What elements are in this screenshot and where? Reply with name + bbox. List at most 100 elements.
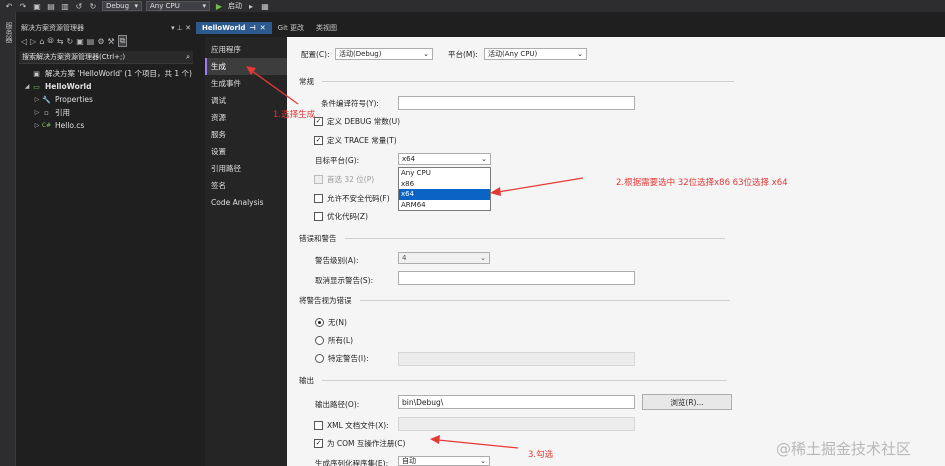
home-icon[interactable]: ⌂ — [39, 37, 44, 46]
nav-item[interactable]: Code Analysis — [205, 194, 287, 211]
radio-none[interactable] — [315, 318, 324, 327]
output-path-input[interactable]: bin\Debug\ — [398, 395, 635, 409]
solution-config-combo[interactable]: Debug ▾ — [102, 1, 142, 11]
nav-item[interactable]: 调试 — [205, 92, 287, 109]
nav-item[interactable]: 设置 — [205, 143, 287, 160]
back-icon[interactable]: ↶ — [4, 2, 14, 11]
radio-all[interactable] — [315, 336, 324, 345]
panel-controls[interactable]: ▾ ⊥ ✕ — [171, 24, 191, 32]
target-platform-combo[interactable]: x64 ⌄ — [398, 153, 491, 165]
browse-button[interactable]: 浏览(R)... — [642, 394, 732, 410]
wrench-icon[interactable]: ⚒ — [108, 37, 115, 46]
tree-item[interactable]: ▷ 🔧 Properties — [17, 93, 195, 106]
optimize-label: 优化代码(Z) — [327, 212, 368, 221]
play-icon[interactable]: ▶ — [214, 2, 224, 11]
prefer-32bit-label: 首选 32 位(P) — [327, 175, 375, 184]
sync-icon[interactable]: ⇆ — [57, 37, 64, 46]
expand-arrow-icon[interactable]: ▷ — [33, 109, 41, 116]
tree-item-label: Properties — [55, 95, 93, 104]
nav-item[interactable]: 生成事件 — [205, 75, 287, 92]
tree-item[interactable]: ▷ C# Hello.cs — [17, 119, 195, 132]
chevron-down-icon: ▾ — [134, 2, 138, 10]
watermark-text: @稀土掘金技术社区 — [776, 440, 912, 458]
platform-option[interactable]: x64 — [399, 189, 490, 200]
forward-icon[interactable]: ↷ — [18, 2, 28, 11]
platform-option[interactable]: ARM64 — [399, 200, 490, 211]
xml-doc-row[interactable]: XML 文档文件(X): — [314, 420, 389, 431]
expand-arrow-icon[interactable]: ◢ — [23, 83, 31, 90]
warning-level-combo[interactable]: 4 ⌄ — [398, 252, 490, 264]
config-label: 配置(C): — [301, 50, 330, 59]
expand-arrow-icon[interactable]: ▷ — [33, 122, 41, 129]
com-interop-checkbox[interactable]: ✓ — [314, 439, 323, 448]
radio-specific[interactable] — [315, 354, 324, 363]
show-all-files-icon[interactable]: ▤ — [87, 37, 95, 46]
conditional-symbols-label: 条件编译符号(Y): — [321, 99, 379, 108]
allow-unsafe-checkbox[interactable] — [314, 194, 323, 203]
define-trace-row[interactable]: ✓ 定义 TRACE 常量(T) — [314, 135, 397, 146]
search-placeholder: 搜索解决方案资源管理器(Ctrl+;) — [22, 53, 126, 61]
forward-icon[interactable]: ▷ — [30, 37, 36, 46]
tree-item[interactable]: ▣ 解决方案 'HelloWorld' (1 个项目，共 1 个) — [17, 67, 195, 80]
tree-item[interactable]: ◢ ▭ HelloWorld — [17, 80, 195, 93]
platform-option[interactable]: x86 — [399, 179, 490, 190]
serialization-combo[interactable]: 自动 ⌄ — [398, 456, 490, 466]
start-button[interactable]: 启动 — [228, 1, 242, 11]
save-all-icon[interactable]: ▥ — [60, 2, 70, 11]
platform-option[interactable]: Any CPU — [399, 168, 490, 179]
close-icon[interactable]: ✕ — [260, 24, 266, 32]
radio-all-row[interactable]: 所有(L) — [315, 335, 353, 346]
solution-platform-combo[interactable]: Any CPU ▾ — [146, 1, 210, 11]
server-explorer-tab[interactable]: 服务器 — [4, 22, 14, 43]
tab-label: 类视图 — [315, 24, 337, 32]
main-toolbar: ↶ ↷ ▣ ▤ ▥ ↺ ↻ Debug ▾ Any CPU ▾ ▶ 启动 ▸ ▦ — [0, 0, 945, 12]
tab-item[interactable]: 类视图 — [310, 22, 343, 34]
chevron-down-icon: ⌄ — [481, 155, 487, 163]
back-icon[interactable]: ◁ — [21, 37, 27, 46]
config-combo[interactable]: 活动(Debug) ⌄ — [335, 48, 433, 60]
tree-item-label: 解决方案 'HelloWorld' (1 个项目，共 1 个) — [45, 69, 192, 78]
tree-item[interactable]: ▷ ▫ 引用 — [17, 106, 195, 119]
refresh-icon[interactable]: ↻ — [67, 37, 74, 46]
nav-item[interactable]: 服务 — [205, 126, 287, 143]
tab-item[interactable]: HelloWorld ⊣ ✕ — [196, 22, 272, 34]
nav-item[interactable]: 引用路径 — [205, 160, 287, 177]
tab-item[interactable]: Git 更改 — [272, 22, 310, 34]
git-icon[interactable]: ⦾ — [47, 36, 53, 46]
solution-explorer-header: 解决方案资源管理器 ▾ ⊥ ✕ — [17, 22, 195, 34]
conditional-symbols-input[interactable] — [398, 96, 635, 110]
undo-icon[interactable]: ↺ — [74, 2, 84, 11]
define-debug-row[interactable]: ✓ 定义 DEBUG 常数(U) — [314, 116, 400, 127]
target-platform-dropdown-list: Any CPU x86 x64 ARM64 — [398, 167, 491, 211]
nav-item[interactable]: 生成 — [205, 58, 287, 75]
expand-arrow-icon[interactable]: ▷ — [33, 96, 41, 103]
xml-doc-checkbox[interactable] — [314, 421, 323, 430]
radio-none-row[interactable]: 无(N) — [315, 317, 347, 328]
optimize-row[interactable]: 优化代码(Z) — [314, 211, 368, 222]
solution-search-input[interactable]: 搜索解决方案资源管理器(Ctrl+;) ⌕ — [19, 51, 193, 64]
attach-icon[interactable]: ▸ — [246, 2, 256, 11]
collapse-all-icon[interactable]: ▣ — [76, 37, 84, 46]
properties-icon[interactable]: ⚙ — [97, 37, 104, 46]
nav-item[interactable]: 应用程序 — [205, 41, 287, 58]
new-item-icon[interactable]: ▣ — [32, 2, 42, 11]
save-icon[interactable]: ▤ — [46, 2, 56, 11]
optimize-checkbox[interactable] — [314, 212, 323, 221]
define-debug-checkbox[interactable]: ✓ — [314, 117, 323, 126]
preview-icon[interactable]: ⧉ — [117, 35, 128, 47]
tree-item-label: Hello.cs — [55, 121, 85, 130]
suppress-warnings-input[interactable] — [398, 271, 635, 285]
specific-warnings-input — [398, 352, 635, 366]
toolbar-more-icon[interactable]: ▦ — [260, 2, 270, 11]
nav-item[interactable]: 签名 — [205, 177, 287, 194]
define-trace-checkbox[interactable]: ✓ — [314, 136, 323, 145]
redo-icon[interactable]: ↻ — [88, 2, 98, 11]
radio-specific-row[interactable]: 特定警告(I): — [315, 353, 369, 364]
warning-level-label: 警告级别(A): — [315, 256, 359, 265]
pin-icon[interactable]: ⊣ — [249, 24, 255, 32]
errors-warnings-section: 错误和警告 — [299, 233, 739, 244]
com-interop-row[interactable]: ✓ 为 COM 互操作注册(C) — [314, 438, 405, 449]
platform-combo[interactable]: 活动(Any CPU) ⌄ — [484, 48, 587, 60]
allow-unsafe-row[interactable]: 允许不安全代码(F) — [314, 193, 390, 204]
chevron-down-icon: ⌄ — [577, 50, 583, 58]
